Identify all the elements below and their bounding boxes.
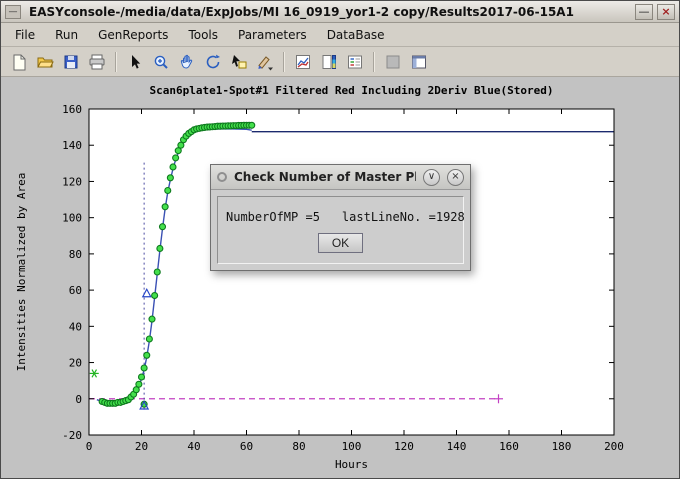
hand-icon [178, 53, 196, 71]
open-file-button[interactable] [32, 49, 58, 75]
zoom-in-icon [152, 53, 170, 71]
insert-legend-button[interactable] [342, 49, 368, 75]
svg-text:0: 0 [75, 393, 82, 406]
svg-text:180: 180 [552, 440, 572, 453]
open-folder-icon [36, 53, 54, 71]
svg-text:160: 160 [62, 103, 82, 116]
link-plots-button[interactable] [290, 49, 316, 75]
dialog-message: NumberOfMP =5 lastLineNo. =1928 [226, 210, 455, 224]
show-plot-tools-icon [410, 53, 428, 71]
svg-text:120: 120 [394, 440, 414, 453]
svg-text:40: 40 [69, 320, 82, 333]
dialog-close-button[interactable]: × [447, 169, 464, 186]
toolbar [1, 47, 679, 77]
menubar: File Run GenReports Tools Parameters Dat… [1, 23, 679, 47]
data-cursor-icon [230, 53, 248, 71]
save-button[interactable] [58, 49, 84, 75]
svg-text:0: 0 [86, 440, 93, 453]
svg-text:100: 100 [342, 440, 362, 453]
menu-parameters[interactable]: Parameters [228, 24, 317, 46]
data-cursor-button[interactable] [226, 49, 252, 75]
menu-run[interactable]: Run [45, 24, 88, 46]
brush-dropdown-icon [256, 53, 274, 71]
rotate-icon [204, 53, 222, 71]
svg-text:200: 200 [604, 440, 624, 453]
svg-text:80: 80 [69, 248, 82, 261]
svg-text:140: 140 [62, 139, 82, 152]
new-file-icon [10, 53, 28, 71]
dialog-titlebar[interactable]: Check Number of Master Pla ∨ × [211, 165, 470, 190]
dialog-body: NumberOfMP =5 lastLineNo. =1928 OK [211, 190, 470, 270]
close-button[interactable]: × [657, 4, 675, 20]
window-title: EASYconsole-/media/data/ExpJobs/MI 16_09… [25, 5, 631, 19]
svg-text:80: 80 [292, 440, 305, 453]
hide-plot-tools-button[interactable] [380, 49, 406, 75]
toolbar-separator [373, 52, 375, 72]
svg-text:-20: -20 [62, 429, 82, 442]
dialog-icon [217, 172, 227, 182]
svg-text:Hours: Hours [335, 458, 368, 471]
svg-text:40: 40 [187, 440, 200, 453]
titlebar: — EASYconsole-/media/data/ExpJobs/MI 16_… [1, 1, 679, 23]
svg-text:100: 100 [62, 212, 82, 225]
toolbar-separator [115, 52, 117, 72]
menu-genreports[interactable]: GenReports [88, 24, 178, 46]
window-menu-icon[interactable]: — [5, 5, 21, 19]
ok-button[interactable]: OK [318, 233, 363, 253]
svg-text:Scan6plate1-Spot#1 Filtered Re: Scan6plate1-Spot#1 Filtered Red Includin… [150, 84, 554, 97]
svg-text:20: 20 [135, 440, 148, 453]
dialog-title: Check Number of Master Pla [234, 170, 416, 184]
svg-text:60: 60 [69, 284, 82, 297]
figure-area: 0 20 40 60 80 100 120 140 160 180 200 -20 0 20 40 60 80 1… [1, 77, 679, 478]
svg-text:20: 20 [69, 357, 82, 370]
link-plots-icon [294, 53, 312, 71]
dialog-content-panel: NumberOfMP =5 lastLineNo. =1928 OK [217, 196, 464, 264]
zoom-in-button[interactable] [148, 49, 174, 75]
svg-text:160: 160 [499, 440, 519, 453]
menu-database[interactable]: DataBase [317, 24, 395, 46]
new-file-button[interactable] [6, 49, 32, 75]
print-button[interactable] [84, 49, 110, 75]
print-icon [88, 53, 106, 71]
number-of-mp-value: NumberOfMP =5 [226, 210, 320, 224]
menu-tools[interactable]: Tools [178, 24, 228, 46]
svg-text:60: 60 [240, 440, 253, 453]
save-icon [62, 53, 80, 71]
svg-text:Intensities Normalized by Area: Intensities Normalized by Area [15, 173, 28, 372]
colorbar-icon [320, 53, 338, 71]
app-window: — EASYconsole-/media/data/ExpJobs/MI 16_… [0, 0, 680, 479]
minimize-button[interactable]: — [635, 4, 653, 20]
chart-canvas[interactable]: 0 20 40 60 80 100 120 140 160 180 200 -20 0 20 40 60 80 1… [1, 77, 679, 478]
svg-text:140: 140 [447, 440, 467, 453]
toolbar-separator [283, 52, 285, 72]
insert-colorbar-button[interactable] [316, 49, 342, 75]
last-line-no-value: lastLineNo. =1928 [342, 210, 465, 224]
menu-file[interactable]: File [5, 24, 45, 46]
hide-plot-tools-icon [384, 53, 402, 71]
check-master-plates-dialog: Check Number of Master Pla ∨ × NumberOfM… [210, 164, 471, 271]
rotate-3d-button[interactable] [200, 49, 226, 75]
show-plot-tools-button[interactable] [406, 49, 432, 75]
legend-icon [346, 53, 364, 71]
brush-button[interactable] [252, 49, 278, 75]
pan-button[interactable] [174, 49, 200, 75]
edit-plot-button[interactable] [122, 49, 148, 75]
dialog-collapse-button[interactable]: ∨ [423, 169, 440, 186]
svg-text:120: 120 [62, 175, 82, 188]
cursor-icon [126, 53, 144, 71]
